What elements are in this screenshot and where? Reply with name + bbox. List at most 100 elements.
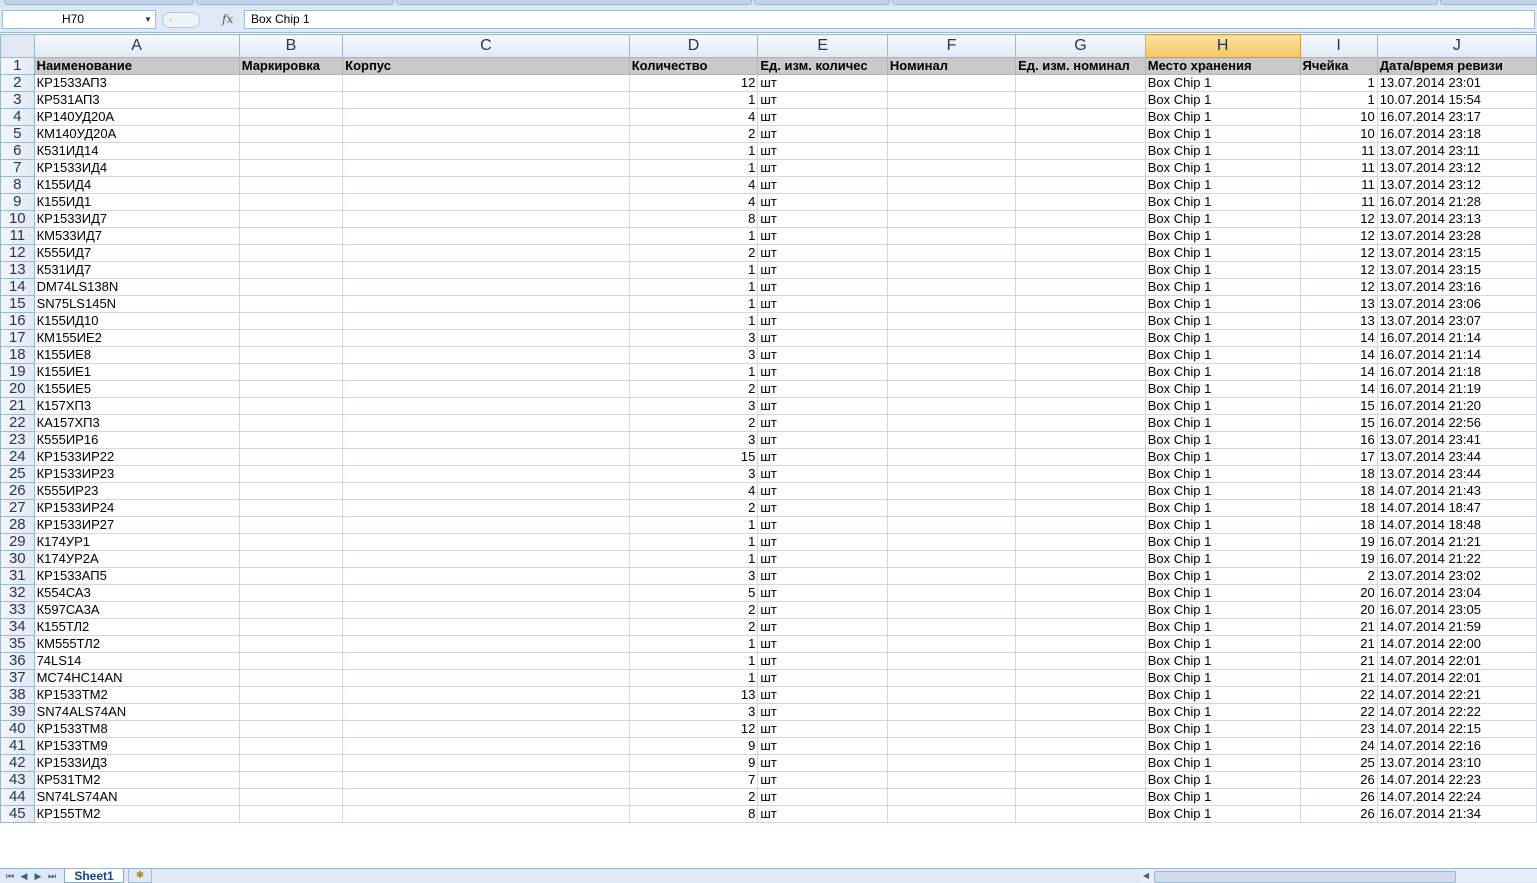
- cell-b[interactable]: [238, 397, 344, 415]
- cell-d[interactable]: 9: [628, 737, 759, 755]
- cell-h[interactable]: Box Chip 1: [1144, 74, 1301, 92]
- cell-i[interactable]: 11: [1299, 142, 1378, 160]
- cell-j[interactable]: 14.07.2014 22:16: [1376, 737, 1537, 755]
- cell-c[interactable]: [342, 431, 630, 449]
- cell-g[interactable]: [1015, 703, 1146, 721]
- cell-c[interactable]: [342, 720, 630, 738]
- cell-c[interactable]: [342, 329, 630, 347]
- cell-h[interactable]: Box Chip 1: [1144, 159, 1301, 177]
- cell-a[interactable]: К555ИР23: [33, 482, 240, 500]
- cell-h[interactable]: Box Chip 1: [1144, 346, 1301, 364]
- cell-i[interactable]: 19: [1299, 533, 1378, 551]
- cell-g[interactable]: [1015, 312, 1146, 330]
- cell-j[interactable]: 16.07.2014 23:17: [1376, 108, 1537, 126]
- cell-e[interactable]: шт: [757, 312, 888, 330]
- insert-sheet-icon[interactable]: ✱: [128, 869, 152, 883]
- row-header[interactable]: 11: [0, 227, 35, 245]
- cell-d[interactable]: 2: [628, 380, 759, 398]
- cell-d[interactable]: 3: [628, 465, 759, 483]
- row-header[interactable]: 22: [0, 414, 35, 432]
- cell-e[interactable]: шт: [757, 533, 888, 551]
- cell-e[interactable]: шт: [757, 686, 888, 704]
- cell-e[interactable]: шт: [757, 176, 888, 194]
- cell-b[interactable]: [238, 805, 344, 823]
- cell-e[interactable]: шт: [757, 754, 888, 772]
- cell-i[interactable]: 26: [1299, 805, 1378, 823]
- cell-a[interactable]: К174УР2А: [33, 550, 240, 568]
- cell-b[interactable]: [238, 363, 344, 381]
- cell-b[interactable]: [238, 448, 344, 466]
- cell-j[interactable]: 16.07.2014 21:34: [1376, 805, 1537, 823]
- row-header[interactable]: 30: [0, 550, 35, 568]
- cell-h[interactable]: Box Chip 1: [1144, 686, 1301, 704]
- cell-e[interactable]: шт: [757, 329, 888, 347]
- chevron-down-icon[interactable]: ▼: [143, 11, 153, 28]
- cell-i[interactable]: 22: [1299, 703, 1378, 721]
- cell-e[interactable]: шт: [757, 244, 888, 262]
- cell-j[interactable]: 13.07.2014 23:07: [1376, 312, 1537, 330]
- row-header[interactable]: 44: [0, 788, 35, 806]
- cell-j[interactable]: 13.07.2014 23:02: [1376, 567, 1537, 585]
- cell-f[interactable]: [886, 261, 1017, 279]
- cell-d[interactable]: 1: [628, 295, 759, 313]
- cell-e[interactable]: шт: [757, 737, 888, 755]
- cell-d[interactable]: 1: [628, 91, 759, 109]
- cell-e[interactable]: шт: [757, 295, 888, 313]
- cell-j[interactable]: 14.07.2014 22:01: [1376, 669, 1537, 687]
- cell-b[interactable]: [238, 125, 344, 143]
- row-header[interactable]: 38: [0, 686, 35, 704]
- cell-f[interactable]: [886, 176, 1017, 194]
- cell-e[interactable]: шт: [757, 74, 888, 92]
- cell-d[interactable]: Количество: [628, 57, 759, 75]
- cell-b[interactable]: [238, 788, 344, 806]
- last-sheet-icon[interactable]: ⏭: [46, 870, 58, 882]
- row-header[interactable]: 6: [0, 142, 35, 160]
- cell-g[interactable]: [1015, 686, 1146, 704]
- cell-a[interactable]: К155ТЛ2: [33, 618, 240, 636]
- cell-h[interactable]: Box Chip 1: [1144, 771, 1301, 789]
- cell-d[interactable]: 1: [628, 261, 759, 279]
- cell-f[interactable]: [886, 193, 1017, 211]
- cell-i[interactable]: 26: [1299, 771, 1378, 789]
- cell-h[interactable]: Box Chip 1: [1144, 601, 1301, 619]
- cell-a[interactable]: К155ИД10: [33, 312, 240, 330]
- cell-i[interactable]: 21: [1299, 652, 1378, 670]
- cell-a[interactable]: К155ИД4: [33, 176, 240, 194]
- cell-d[interactable]: 3: [628, 329, 759, 347]
- cell-g[interactable]: [1015, 397, 1146, 415]
- cell-b[interactable]: [238, 652, 344, 670]
- cell-e[interactable]: шт: [757, 720, 888, 738]
- cell-d[interactable]: 2: [628, 499, 759, 517]
- cell-f[interactable]: [886, 329, 1017, 347]
- cell-a[interactable]: КР1533ТМ8: [33, 720, 240, 738]
- cell-a[interactable]: К555ИР16: [33, 431, 240, 449]
- cell-g[interactable]: [1015, 720, 1146, 738]
- cell-a[interactable]: КР1533ИД4: [33, 159, 240, 177]
- row-header[interactable]: 5: [0, 125, 35, 143]
- cell-f[interactable]: [886, 244, 1017, 262]
- row-header[interactable]: 24: [0, 448, 35, 466]
- cell-g[interactable]: [1015, 431, 1146, 449]
- row-header[interactable]: 28: [0, 516, 35, 534]
- row-header[interactable]: 31: [0, 567, 35, 585]
- cell-a[interactable]: К555ИД7: [33, 244, 240, 262]
- cell-e[interactable]: шт: [757, 448, 888, 466]
- cell-i[interactable]: 15: [1299, 397, 1378, 415]
- cell-j[interactable]: 16.07.2014 21:18: [1376, 363, 1537, 381]
- cell-c[interactable]: [342, 567, 630, 585]
- cell-a[interactable]: КР531АП3: [33, 91, 240, 109]
- row-header[interactable]: 19: [0, 363, 35, 381]
- cell-e[interactable]: шт: [757, 499, 888, 517]
- cell-b[interactable]: [238, 346, 344, 364]
- cell-f[interactable]: [886, 567, 1017, 585]
- cell-j[interactable]: 14.07.2014 21:59: [1376, 618, 1537, 636]
- cell-j[interactable]: 13.07.2014 23:12: [1376, 176, 1537, 194]
- cell-e[interactable]: шт: [757, 482, 888, 500]
- cell-b[interactable]: [238, 754, 344, 772]
- row-header[interactable]: 15: [0, 295, 35, 313]
- cell-h[interactable]: Box Chip 1: [1144, 227, 1301, 245]
- cell-a[interactable]: К155ИЕ1: [33, 363, 240, 381]
- cell-d[interactable]: 1: [628, 533, 759, 551]
- cell-c[interactable]: [342, 295, 630, 313]
- cell-e[interactable]: шт: [757, 601, 888, 619]
